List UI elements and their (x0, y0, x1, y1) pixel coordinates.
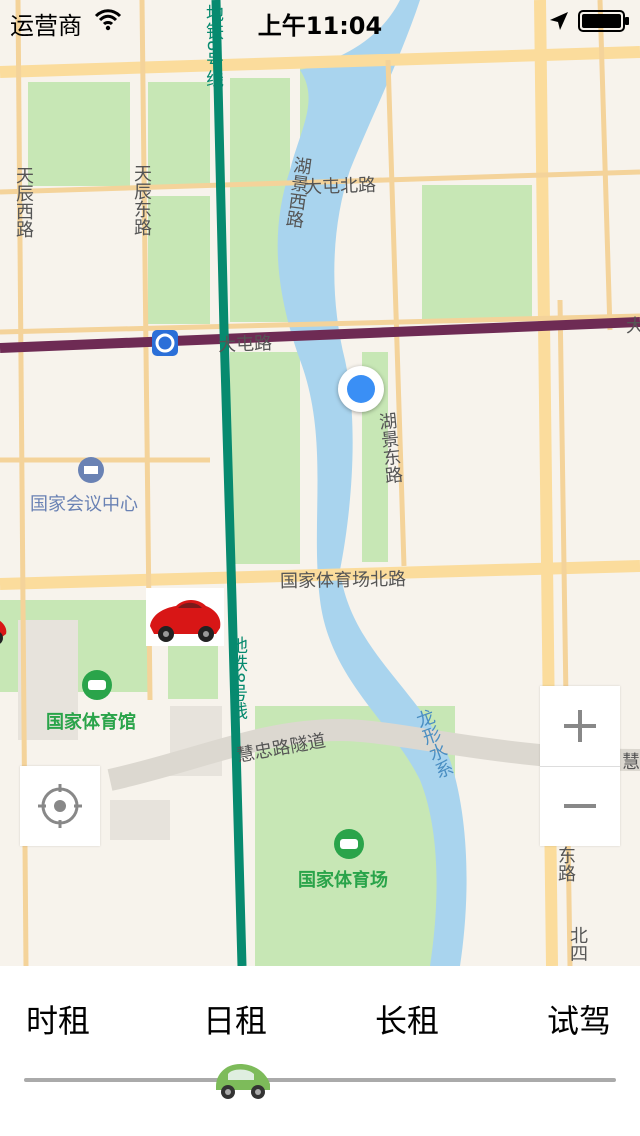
minus-icon (564, 804, 596, 808)
locate-me-button[interactable] (20, 766, 100, 846)
poi-stadium[interactable]: 国家体育场 (298, 866, 388, 892)
road-label-hui-edge: 慧 (622, 752, 640, 773)
road-label-dong-edge: 东路 (555, 846, 576, 882)
car-marker-edge-icon[interactable] (0, 598, 8, 656)
zoom-divider (540, 766, 620, 767)
road-label-subway-8-mid: 地铁8号线 (227, 636, 248, 720)
plus-icon (564, 710, 596, 742)
slider-thumb-car-icon[interactable] (212, 1056, 274, 1102)
tab-hourly[interactable]: 时租 (26, 996, 90, 1042)
poi-gymnasium[interactable]: 国家体育馆 (46, 708, 136, 734)
car-marker-icon[interactable] (146, 588, 224, 646)
road-label-tianchen-west: 天辰西路 (13, 166, 34, 238)
rental-type-panel: 时租 日租 长租 试驾 (0, 966, 640, 1136)
road-label-datun: 大屯路 (217, 333, 273, 356)
road-label-stadium-north: 国家体育场北路 (279, 568, 407, 593)
rental-type-slider-track[interactable] (24, 1078, 616, 1082)
status-bar: 运营商 上午11:04 (0, 0, 640, 40)
road-label-datun-bei: 大屯北路 (303, 174, 377, 199)
road-label-datun-edge: 大 (626, 316, 640, 337)
road-label-beisi-edge: 北四 (567, 926, 588, 962)
user-location-marker (338, 366, 384, 412)
road-label-tianchen-east: 天辰东路 (131, 164, 152, 236)
zoom-in-button[interactable] (540, 686, 620, 766)
poi-convention-center[interactable]: 国家会议中心 (30, 490, 138, 516)
zoom-control (540, 686, 620, 846)
status-time: 上午11:04 (257, 12, 383, 40)
tab-daily[interactable]: 日租 (203, 996, 267, 1042)
tab-long-term[interactable]: 长租 (375, 996, 439, 1042)
tab-test-drive[interactable]: 试驾 (547, 996, 611, 1042)
crosshair-icon (38, 784, 82, 828)
location-arrow-icon (550, 12, 568, 30)
zoom-out-button[interactable] (540, 766, 620, 846)
battery-icon (578, 10, 629, 32)
